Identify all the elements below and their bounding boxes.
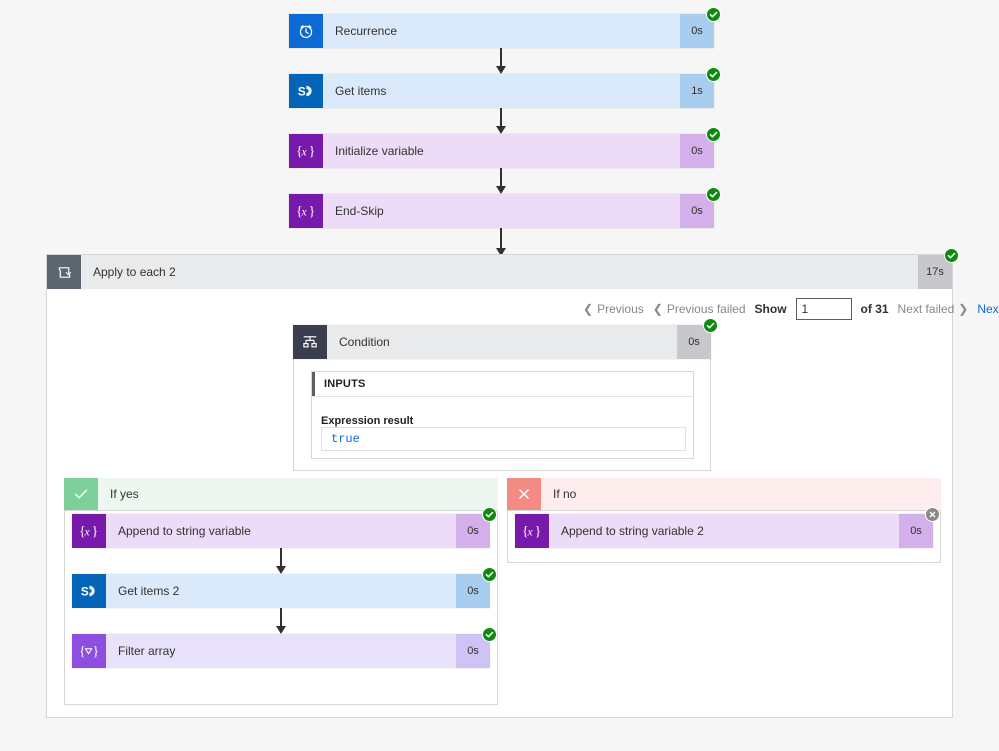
inputs-header: INPUTS: [312, 372, 693, 397]
connector-arrow: [489, 108, 513, 134]
action-card-append-to-string-variable[interactable]: { x } Append to string variable 0s: [72, 507, 497, 548]
connector-arrow: [269, 548, 293, 574]
x-icon: [507, 478, 541, 510]
sharepoint-icon: S: [289, 74, 323, 108]
svg-text:}: }: [535, 524, 541, 539]
next-failed-label: Next failed: [897, 302, 955, 316]
status-badge-succeeded: [944, 248, 959, 263]
next-label: Next: [977, 302, 999, 316]
action-card-get-items-2[interactable]: S Get items 2 0s: [72, 567, 497, 608]
action-card-initialize-variable[interactable]: { x } Initialize variable 0s: [289, 127, 721, 168]
svg-text:x: x: [301, 146, 308, 159]
previous-button[interactable]: ❮ Previous: [583, 302, 644, 316]
status-badge-succeeded: [482, 507, 497, 522]
svg-text:}: }: [92, 524, 98, 539]
action-title: Initialize variable: [335, 144, 424, 158]
status-badge-succeeded: [703, 318, 718, 333]
status-badge-succeeded: [482, 567, 497, 582]
flow-run-canvas: Recurrence 0s S Get items 1s { x} Initi…: [0, 0, 999, 751]
show-label: Show: [754, 302, 787, 316]
svg-text:x: x: [527, 526, 534, 539]
svg-text:}: }: [309, 144, 315, 159]
connector-arrow: [489, 168, 513, 194]
previous-label: Previous: [597, 302, 644, 316]
status-badge-skipped: [925, 507, 940, 522]
action-card-end-skip[interactable]: { x } End-Skip 0s: [289, 187, 721, 228]
connector-arrow: [489, 48, 513, 74]
svg-text:}: }: [309, 204, 315, 219]
svg-text:S: S: [81, 586, 89, 599]
svg-text:S: S: [298, 86, 306, 99]
scope-title: Apply to each 2: [93, 265, 176, 279]
previous-failed-button[interactable]: ❮ Previous failed: [653, 302, 746, 316]
svg-text:x: x: [84, 526, 91, 539]
chevron-right-icon: ❯: [958, 302, 969, 316]
action-title: End-Skip: [335, 204, 384, 218]
svg-text:}: }: [93, 644, 99, 659]
expression-result-label: Expression result: [321, 415, 414, 427]
next-failed-button[interactable]: Next failed ❯: [898, 302, 969, 316]
action-title: Filter array: [118, 644, 176, 658]
svg-text:{: {: [79, 644, 85, 659]
chevron-left-icon: ❮: [583, 302, 594, 316]
action-title: Get items 2: [118, 584, 180, 598]
branch-if-yes-header[interactable]: If yes: [64, 478, 498, 510]
status-badge-succeeded: [706, 67, 721, 82]
branch-if-no-header[interactable]: If no: [507, 478, 941, 510]
check-icon: [64, 478, 98, 510]
branch-label: If yes: [110, 487, 139, 501]
previous-failed-label: Previous failed: [666, 302, 746, 316]
condition-icon: [293, 325, 327, 359]
action-title: Append to string variable: [118, 524, 251, 538]
action-title: Recurrence: [335, 24, 398, 38]
action-title: Get items: [335, 84, 387, 98]
action-title: Condition: [339, 335, 390, 349]
status-badge-succeeded: [706, 187, 721, 202]
variable-icon: { x }: [289, 194, 323, 228]
status-badge-succeeded: [706, 127, 721, 142]
expression-result-value: true: [321, 427, 686, 451]
variable-icon: { x }: [515, 514, 549, 548]
connector-arrow: [269, 608, 293, 634]
variable-icon: { x }: [289, 134, 323, 168]
iteration-pagination: ❮ Previous ❮ Previous failed Show of 31 …: [583, 298, 999, 320]
status-badge-succeeded: [482, 627, 497, 642]
action-card-get-items[interactable]: S Get items 1s: [289, 67, 721, 108]
sharepoint-icon: S: [72, 574, 106, 608]
variable-icon: { x }: [72, 514, 106, 548]
of-label: of 31: [860, 302, 889, 316]
clock-icon: [289, 14, 323, 48]
action-card-filter-array[interactable]: { } Filter array 0s: [72, 627, 497, 668]
chevron-left-icon: ❮: [652, 302, 663, 316]
next-button[interactable]: Next ❯: [977, 302, 999, 316]
scope-header[interactable]: Apply to each 2 17s: [47, 248, 959, 289]
show-input[interactable]: [795, 298, 852, 320]
status-badge-succeeded: [706, 7, 721, 22]
loop-icon: [47, 255, 81, 289]
action-card-recurrence[interactable]: Recurrence 0s: [289, 7, 721, 48]
action-card-append-to-string-variable-2[interactable]: { x } Append to string variable 2 0s: [515, 507, 940, 548]
branch-label: If no: [553, 487, 577, 501]
svg-text:x: x: [301, 206, 308, 219]
filter-icon: { }: [72, 634, 106, 668]
action-title: Append to string variable 2: [561, 524, 704, 538]
action-card-condition[interactable]: Condition 0s: [293, 318, 718, 359]
connector-arrow: [489, 228, 513, 256]
